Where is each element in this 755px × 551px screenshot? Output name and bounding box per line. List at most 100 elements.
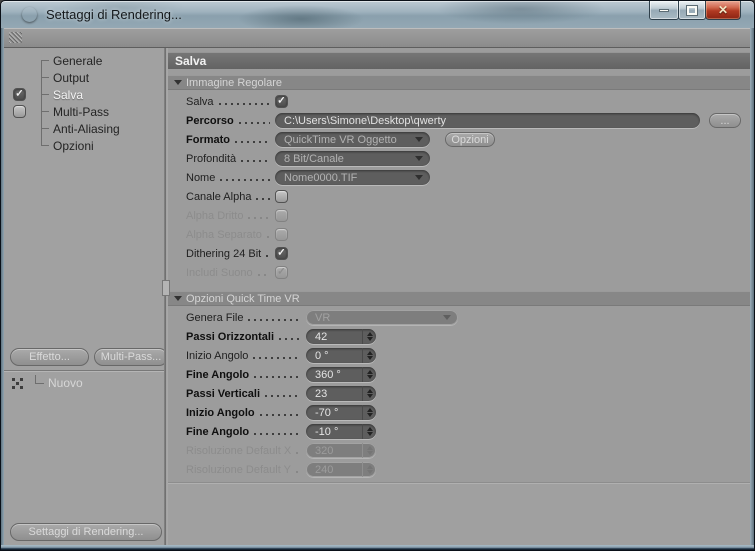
dithering-checkbox[interactable]: ✓: [275, 247, 288, 260]
dithering-label: Dithering 24 Bit: [186, 247, 262, 260]
canale-alpha-label: Canale Alpha: [186, 190, 252, 203]
percorso-input[interactable]: [275, 113, 700, 128]
section-title: Opzioni Quick Time VR: [186, 292, 300, 305]
sidebar-item-salva[interactable]: ✓ Salva: [4, 86, 164, 103]
formato-dropdown[interactable]: QuickTime VR Oggetto: [275, 132, 430, 147]
chevron-down-icon: [415, 137, 423, 142]
row-inizio-angolo-1: Inizio Angolo 0 °: [168, 346, 750, 365]
fine-angolo-label: Fine Angolo: [186, 368, 250, 381]
settings-tree: Generale Output ✓ Salva Multi-Pass Anti-…: [4, 48, 164, 154]
sidebar-item-label: Output: [53, 70, 90, 85]
sidebar-item-multipass[interactable]: Multi-Pass: [4, 103, 164, 120]
multipass-page-checkbox[interactable]: [13, 105, 26, 118]
spinner-arrows-icon[interactable]: [362, 329, 376, 344]
section-title: Immagine Regolare: [186, 76, 282, 89]
window-controls: ✕: [649, 1, 741, 20]
minimize-icon: [659, 8, 669, 12]
row-passi-orizzontali: Passi Orizzontali 42: [168, 327, 750, 346]
effect-button[interactable]: Effetto...: [10, 348, 89, 366]
maximize-button[interactable]: [678, 1, 706, 20]
canale-alpha-checkbox[interactable]: [275, 190, 288, 203]
row-includi-suono: Includi Suono ✓: [168, 263, 750, 282]
row-canale-alpha: Canale Alpha: [168, 187, 750, 206]
splitter-handle[interactable]: [162, 280, 170, 296]
sidebar-item-opzioni[interactable]: Opzioni: [4, 137, 164, 154]
genera-file-dropdown: VR: [306, 310, 458, 325]
row-passi-verticali: Passi Verticali 23: [168, 384, 750, 403]
nome-dropdown[interactable]: Nome0000.TIF: [275, 170, 430, 185]
multipass-list-item-nuovo[interactable]: Nuovo: [4, 374, 164, 392]
drag-grip-icon[interactable]: [9, 32, 22, 43]
fine-angolo-2-spinner[interactable]: -10 °: [306, 424, 376, 439]
passi-verticali-spinner[interactable]: 23: [306, 386, 376, 401]
maximize-icon: [686, 4, 698, 16]
spinner-arrows-icon: [362, 462, 376, 477]
fine-angolo-label: Fine Angolo: [186, 425, 250, 438]
row-alpha-dritto: Alpha Dritto: [168, 206, 750, 225]
multipass-target-icon: [12, 377, 23, 389]
alpha-separato-checkbox: [275, 228, 288, 241]
includi-suono-label: Includi Suono: [186, 266, 253, 279]
app-icon: [22, 7, 37, 22]
sidebar-item-label: Multi-Pass: [53, 104, 110, 119]
sidebar-item-antialiasing[interactable]: Anti-Aliasing: [4, 120, 164, 137]
row-dithering: Dithering 24 Bit ✓: [168, 244, 750, 263]
salva-checkbox[interactable]: ✓: [275, 95, 288, 108]
spinner-arrows-icon[interactable]: [362, 348, 376, 363]
panel-splitter[interactable]: [162, 48, 170, 545]
alpha-dritto-checkbox: [275, 209, 288, 222]
browse-button[interactable]: ...: [709, 113, 741, 128]
page-title: Salva: [168, 52, 750, 69]
render-settings-button[interactable]: Settaggi di Rendering...: [10, 523, 162, 541]
inizio-angolo-1-spinner[interactable]: 0 °: [306, 348, 376, 363]
spinner-arrows-icon[interactable]: [362, 367, 376, 382]
row-fine-angolo-2: Fine Angolo -10 °: [168, 422, 750, 441]
spinner-arrows-icon[interactable]: [362, 386, 376, 401]
spinner-arrows-icon[interactable]: [362, 424, 376, 439]
section-opzioni-qtvr[interactable]: Opzioni Quick Time VR: [168, 291, 750, 306]
check-icon: ✓: [15, 88, 24, 99]
row-inizio-angolo-2: Inizio Angolo -70 °: [168, 403, 750, 422]
multipass-button[interactable]: Multi-Pass...: [94, 348, 168, 366]
risoluzione-y-spinner: 240: [306, 462, 376, 477]
alpha-dritto-label: Alpha Dritto: [186, 209, 244, 222]
inizio-angolo-label: Inizio Angolo: [186, 349, 249, 362]
fine-angolo-1-spinner[interactable]: 360 °: [306, 367, 376, 382]
row-fine-angolo-1: Fine Angolo 360 °: [168, 365, 750, 384]
inizio-angolo-2-spinner[interactable]: -70 °: [306, 405, 376, 420]
spinner-arrows-icon: [362, 443, 376, 458]
titlebar[interactable]: Settaggi di Rendering... ✕: [1, 1, 754, 28]
salva-page-checkbox[interactable]: ✓: [13, 88, 26, 101]
profondita-dropdown[interactable]: 8 Bit/Canale: [275, 151, 430, 166]
section-immagine-regolare[interactable]: Immagine Regolare: [168, 75, 750, 90]
toolbar: [4, 28, 750, 48]
check-icon: ✓: [277, 95, 286, 106]
row-alpha-separato: Alpha Separato: [168, 225, 750, 244]
sidebar-item-output[interactable]: Output: [4, 69, 164, 86]
minimize-button[interactable]: [649, 1, 679, 20]
chevron-down-icon: [443, 315, 451, 320]
format-options-button[interactable]: Opzioni: [445, 132, 495, 147]
percorso-label: Percorso: [186, 114, 234, 127]
check-icon: ✓: [277, 247, 286, 258]
nuovo-label: Nuovo: [48, 376, 83, 390]
risoluzione-x-spinner: 320: [306, 443, 376, 458]
settings-sidebar: Generale Output ✓ Salva Multi-Pass Anti-…: [4, 48, 168, 545]
window-frame-bottom: [1, 545, 754, 550]
sidebar-item-generale[interactable]: Generale: [4, 52, 164, 69]
close-button[interactable]: ✕: [705, 1, 741, 20]
render-settings-window: Settaggi di Rendering... ✕ Generale Outp…: [0, 0, 755, 551]
window-title: Settaggi di Rendering...: [46, 7, 182, 22]
row-percorso: Percorso ...: [168, 111, 750, 130]
panel-footer: [168, 482, 750, 545]
sidebar-divider: [4, 370, 164, 372]
chevron-down-icon: [415, 175, 423, 180]
window-frame-right: [750, 28, 754, 545]
row-profondita: Profondità 8 Bit/Canale: [168, 149, 750, 168]
salva-label: Salva: [186, 95, 214, 108]
formato-label: Formato: [186, 133, 230, 146]
row-risoluzione-x: Risoluzione Default X 320: [168, 441, 750, 460]
spinner-arrows-icon[interactable]: [362, 405, 376, 420]
passi-orizzontali-spinner[interactable]: 42: [306, 329, 376, 344]
row-risoluzione-y: Risoluzione Default Y 240: [168, 460, 750, 479]
